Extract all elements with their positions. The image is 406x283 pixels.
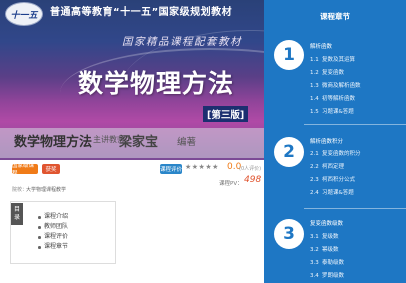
directory-item-team[interactable]: 教师团队 — [38, 222, 68, 232]
section-3-3[interactable]: 3.3 泰勒级数 — [310, 258, 344, 266]
section-2-1[interactable]: 2.1 复变函数的积分 — [310, 149, 361, 157]
chapter-3-title[interactable]: 复变函数级数 — [310, 219, 343, 227]
section-2-2[interactable]: 2.2 柯西定理 — [310, 162, 344, 170]
directory-item-rating[interactable]: 课程评价 — [38, 232, 68, 242]
section-number: 2.3 — [310, 177, 319, 183]
section-title: 幂级数 — [322, 247, 339, 253]
section-number: 1.4 — [310, 96, 319, 102]
section-3-4[interactable]: 3.4 罗朗级数 — [310, 271, 344, 279]
section-title: 复级数 — [322, 234, 339, 240]
directory-item-intro[interactable]: 课程介绍 — [38, 212, 68, 222]
section-2-3[interactable]: 2.3 柯西积分公式 — [310, 175, 355, 183]
section-number: 2.4 — [310, 190, 319, 196]
section-number: 1.3 — [310, 83, 319, 89]
chapter-2-title[interactable]: 解析函数积分 — [310, 137, 343, 145]
section-title: 柯西积分公式 — [322, 177, 356, 183]
section-title: 微商及解析函数 — [322, 83, 361, 89]
section-number: 2.1 — [310, 151, 319, 157]
section-1-5[interactable]: 1.5 习题课&答题 — [310, 107, 354, 115]
section-3-1[interactable]: 3.1 复级数 — [310, 232, 339, 240]
course-rating-tag[interactable]: 课程评价 — [160, 164, 182, 174]
section-number: 3.4 — [310, 273, 319, 279]
section-2-4[interactable]: 2.4 习题课&答题 — [310, 188, 354, 196]
section-title: 初等解析函数 — [322, 96, 356, 102]
pv-value: 498 — [244, 175, 262, 185]
section-title: 泰勒级数 — [322, 260, 345, 266]
section-1-2[interactable]: 1.2 复变函数 — [310, 68, 344, 76]
section-1-3[interactable]: 1.3 微商及解析函数 — [310, 81, 361, 89]
directory-item-chapters[interactable]: 课程章节 — [38, 242, 68, 252]
chapter-3-number-icon: 3 — [274, 219, 304, 249]
directory-label-char: 目 — [13, 206, 20, 213]
directory-label-char: 录 — [13, 214, 20, 221]
author-role: 编著 — [177, 137, 197, 148]
series-title: 普通高等教育“十一五”国家级规划教材 — [50, 7, 233, 18]
section-title: 罗朗级数 — [322, 273, 345, 279]
section-title: 习题课&答题 — [322, 109, 354, 115]
section-number: 2.2 — [310, 164, 319, 170]
section-number: 1.2 — [310, 70, 319, 76]
institution-label: 院校： — [12, 187, 28, 193]
section-number: 3.3 — [310, 260, 319, 266]
chapters-header: 课程章节 — [320, 12, 350, 21]
directory-list: 课程介绍 教师团队 课程评价 课程章节 — [38, 212, 68, 252]
section-title: 复数及其运算 — [322, 57, 356, 63]
section-number: 1.5 — [310, 109, 319, 115]
chapter-divider — [304, 124, 406, 125]
section-1-1[interactable]: 1.1 复数及其运算 — [310, 55, 355, 63]
directory-label: 目 录 — [11, 203, 23, 225]
section-1-4[interactable]: 1.4 初等解析函数 — [310, 94, 355, 102]
section-3-2[interactable]: 3.2 幂级数 — [310, 245, 339, 253]
chapter-1-number-icon: 1 — [274, 40, 304, 70]
institution-name: 大学物理课程教学 — [26, 187, 67, 193]
chapter-2-number-icon: 2 — [274, 137, 304, 167]
section-title: 复变函数 — [322, 70, 345, 76]
rating-count: (0人评价) — [239, 166, 262, 172]
section-number: 3.1 — [310, 234, 319, 240]
section-number: 1.1 — [310, 57, 319, 63]
national-course-tag: 国家级课程 — [12, 163, 38, 177]
chapters-panel: 课程章节 1 解析函数 1.1 复数及其运算 1.2 复变函数 1.3 微商及解析函数… — [264, 0, 406, 283]
section-title: 复变函数的积分 — [322, 151, 361, 157]
pv-label: 课程PV： — [219, 181, 243, 187]
chapter-divider — [304, 208, 406, 209]
section-title: 习题课&答题 — [322, 190, 354, 196]
series-logo-icon: 十一五 — [5, 2, 43, 26]
award-tag: 获奖 — [42, 164, 60, 174]
course-title: 数学物理方法 — [14, 135, 93, 150]
cover-subtitle: 国家精品课程配套教材 — [122, 36, 242, 48]
book-cover-banner: 十一五 普通高等教育“十一五”国家级规划教材 国家精品课程配套教材 数学物理方法… — [0, 0, 264, 160]
author-name: 梁家宝 — [119, 135, 159, 150]
section-title: 柯西定理 — [322, 164, 345, 170]
edition-badge: [第三版] — [203, 106, 249, 122]
section-number: 3.2 — [310, 247, 319, 253]
book-title: 数学物理方法 — [78, 69, 235, 98]
rating-stars[interactable]: ★★★★★ — [185, 163, 219, 171]
chapter-1-title[interactable]: 解析函数 — [310, 42, 332, 50]
